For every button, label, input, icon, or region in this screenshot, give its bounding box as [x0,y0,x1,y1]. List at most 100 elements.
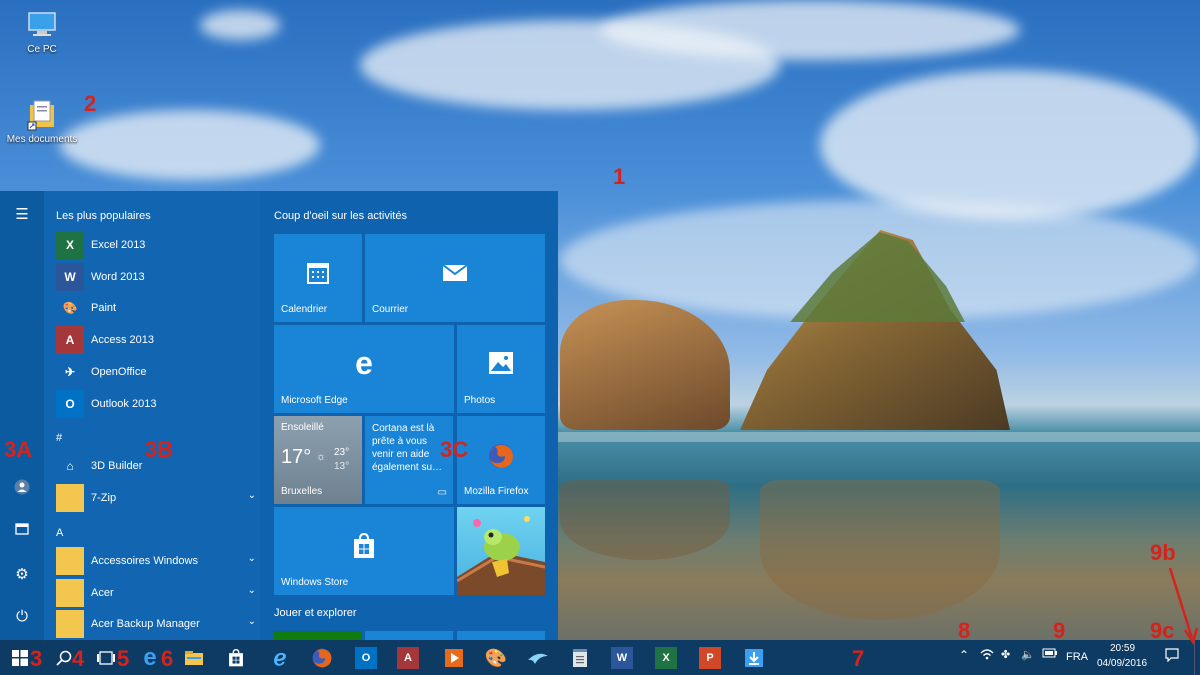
app-list-item[interactable]: W Word 2013 [56,262,256,291]
desktop-icon-this-pc[interactable]: Ce PC [2,8,82,55]
volume-icon[interactable]: 🔈 [1021,648,1035,661]
cortana-text: Cortana est là prête à vous venir en aid… [372,423,443,473]
firefox-icon [457,442,545,477]
app-list-item-label: 3D Builder [91,460,143,472]
3d-builder-icon: ⌂ [56,452,84,480]
annotation-4: 4 [72,646,85,671]
wifi-icon[interactable] [980,648,994,663]
desktop-icon-label: Ce PC [27,44,57,55]
app-list: Les plus populaires X Excel 2013 W Word 201… [44,191,260,640]
app-list-item[interactable]: O Outlook 2013 [56,389,256,418]
language-indicator[interactable]: FRA [1066,651,1088,663]
access-taskbar-icon[interactable]: A [397,647,419,669]
app-list-item[interactable]: Acer ⌄ [56,578,256,607]
annotation-3c: 3C [440,437,469,462]
tile-label: Mozilla Firefox [464,486,529,497]
excel-taskbar-icon[interactable]: X [655,647,677,669]
notepad-icon[interactable] [566,644,594,672]
desktop-icon-label: Mes documents [6,134,78,145]
openoffice-taskbar-icon[interactable] [524,644,552,672]
tile-partial-2[interactable] [365,631,453,640]
app-list-item-label: Outlook 2013 [91,397,157,410]
outlook-icon: O [56,389,84,418]
tile-store[interactable]: Windows Store [274,507,454,595]
outlook-taskbar-icon[interactable]: O [355,647,377,669]
annotation-9b: 9b [1150,540,1176,565]
tiles-heading: Coup d'oeil sur les activités [274,210,407,222]
app-list-item[interactable]: X Excel 2013 [56,231,256,259]
tile-area: Coup d'oeil sur les activités Calendrier… [262,191,558,640]
tile-firefox[interactable]: Mozilla Firefox [457,416,545,504]
clock-time[interactable]: 20:59 [1110,643,1135,654]
most-used-heading: Les plus populaires [56,210,151,222]
app-list-item[interactable]: 🎨 Paint [56,294,256,323]
tile-photos[interactable]: Photos [457,325,545,413]
app-list-item-label: Word 2013 [91,270,145,283]
file-explorer-taskbar-icon[interactable] [180,644,208,672]
tile-label: Windows Store [281,577,349,588]
taskbar: e ℯ O A 🎨 W X P ⌃ ✤ 🔈 FRA 20:59 04/09/20… [0,640,1200,675]
app-list-item[interactable]: ✈ OpenOffice [56,357,256,386]
folder-icon [56,610,84,639]
firefox-taskbar-icon[interactable] [308,644,336,672]
hamburger-icon[interactable]: ☰ [10,203,34,227]
app-list-item-label: Acer Backup Manager [91,618,200,631]
photos-icon [457,351,545,382]
settings-icon[interactable]: ⚙ [10,563,34,587]
media-player-icon[interactable] [440,644,468,672]
tile-label: Calendrier [281,304,328,315]
excel-icon: X [56,231,84,259]
file-explorer-icon[interactable] [10,521,34,545]
word-taskbar-icon[interactable]: W [611,647,633,669]
powerpoint-taskbar-icon[interactable]: P [699,647,721,669]
tile-weather[interactable]: Ensoleillé 17° ☼ 23° 13° Bruxelles [274,416,362,504]
tile-xbox-partial[interactable] [274,631,362,640]
show-hidden-icons-chevron[interactable]: ⌃ [959,648,969,662]
weather-condition: Ensoleillé [281,422,324,433]
cortana-chat-icon: ▭ [437,487,447,498]
section-header-a[interactable]: A [56,527,63,539]
tile-partial-3[interactable] [457,631,545,640]
mail-icon [365,260,545,291]
annotation-6: 6 [161,646,174,671]
app-list-item[interactable]: Acer Backup Manager ⌄ [56,610,256,639]
app-list-item[interactable]: A Access 2013 [56,326,256,355]
weather-city: Bruxelles [281,486,323,497]
desktop-icon-my-documents[interactable]: Mes documents [2,98,82,145]
folder-icon [56,483,84,512]
store-taskbar-icon[interactable] [222,644,250,672]
weather-high: 23° [334,447,350,458]
app-list-item[interactable]: 7-Zip ⌄ [56,483,256,512]
clock-date[interactable]: 04/09/2016 [1097,658,1147,669]
app-list-item-label: Acer [91,586,114,599]
app-list-item[interactable]: Accessoires Windows ⌄ [56,547,256,575]
folder-icon [56,547,84,575]
access-icon: A [56,326,84,355]
play-heading: Jouer et explorer [274,607,357,619]
paint-taskbar-icon[interactable]: 🎨 [482,644,510,672]
tile-game[interactable] [457,507,545,595]
chevron-down-icon[interactable]: ⌄ [248,616,256,627]
annotation-2: 2 [84,91,97,116]
edge-taskbar-icon[interactable]: e [136,644,164,672]
power-icon[interactable]: ⏻ [10,605,34,629]
download-icon[interactable] [740,644,768,672]
tile-label: Courrier [372,304,409,315]
tile-calendar[interactable]: Calendrier [274,234,362,322]
task-view-icon[interactable] [92,644,120,672]
tile-mail[interactable]: Courrier [365,234,545,322]
dropbox-icon[interactable]: ✤ [1001,648,1010,661]
chevron-down-icon[interactable]: ⌄ [248,490,256,501]
section-header-hash[interactable]: # [56,432,62,444]
tile-edge[interactable]: e Microsoft Edge [274,325,454,413]
sun-icon: ☼ [316,451,327,463]
user-account-icon[interactable] [10,479,34,503]
annotation-3b: 3B [145,437,174,462]
chevron-down-icon[interactable]: ⌄ [248,553,256,564]
main-rock-reflection [760,480,1000,620]
internet-explorer-icon[interactable]: ℯ [266,644,294,672]
chevron-down-icon[interactable]: ⌄ [248,585,256,596]
horizon-line [555,432,1200,442]
annotation-7: 7 [852,646,865,671]
battery-icon[interactable] [1042,648,1058,661]
